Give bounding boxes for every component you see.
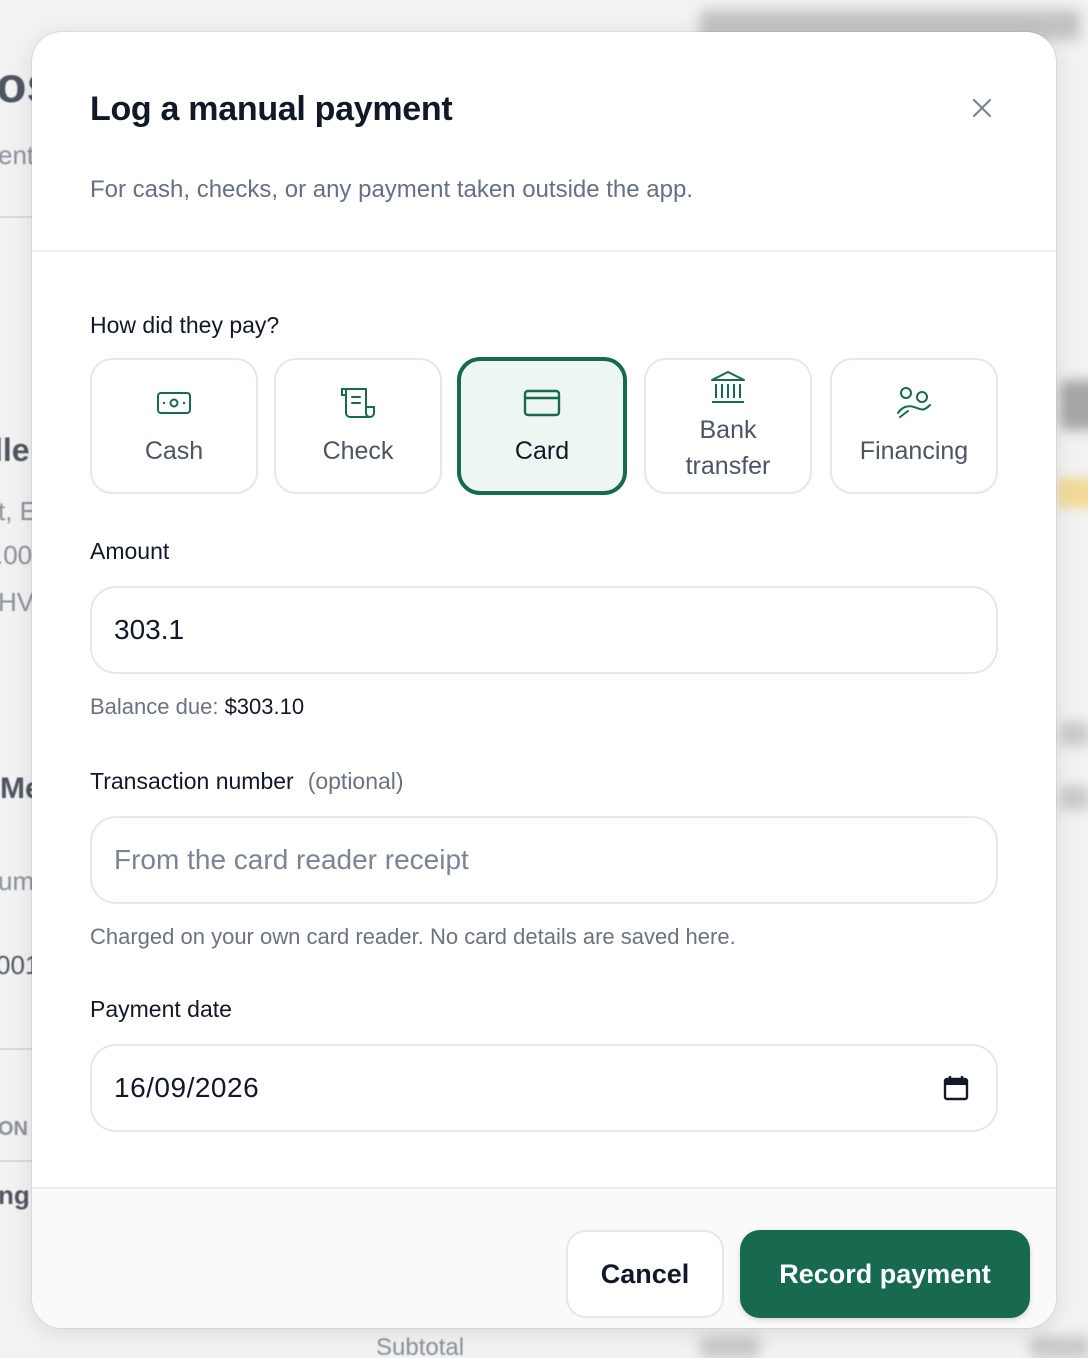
bank-icon (711, 371, 745, 403)
close-button[interactable] (962, 88, 1002, 128)
method-option-card[interactable]: Card (458, 358, 626, 494)
payment-date-input[interactable]: 16/09/2026 (90, 1044, 998, 1132)
method-label: How did they pay? (90, 312, 280, 338)
record-payment-button[interactable]: Record payment (740, 1230, 1030, 1318)
close-icon (972, 98, 992, 118)
amount-input[interactable]: 303.1 (90, 586, 998, 674)
method-option-cash[interactable]: Cash (90, 358, 258, 494)
cash-icon (157, 392, 191, 414)
optional-hint: (optional) (307, 768, 404, 794)
method-option-label: Card (514, 437, 570, 465)
transaction-label-text: Transaction number (90, 768, 294, 794)
payment-modal: Log a manual payment For cash, checks, o… (32, 32, 1056, 1328)
balance-due: Balance due: $303.10 (90, 694, 304, 720)
method-option-label: Cash (144, 437, 204, 465)
method-option-label: Check (322, 437, 394, 465)
payment-date-value: 16/09/2026 (114, 1072, 260, 1103)
method-option-bank-transfer[interactable]: Bank transfer (644, 358, 812, 494)
method-option-label: Bank transfer (685, 416, 771, 480)
transaction-number-input[interactable]: From the card reader receipt (90, 816, 998, 904)
check-icon (341, 388, 375, 418)
payment-method-group: Cash Check Card Bank transfer Financing (90, 358, 998, 494)
cancel-button[interactable]: Cancel (566, 1230, 724, 1318)
balance-due-value: $303.10 (224, 694, 305, 719)
header-divider (32, 250, 1056, 252)
credit-card-icon (523, 389, 561, 417)
method-option-check[interactable]: Check (274, 358, 442, 494)
transaction-label: Transaction number (optional) (90, 768, 404, 795)
amount-label: Amount (90, 538, 170, 564)
amount-value: 303.1 (114, 614, 185, 645)
method-option-label: Financing (859, 437, 969, 465)
modal-title: Log a manual payment (90, 90, 453, 128)
transaction-help-text: Charged on your own card reader. No card… (90, 924, 736, 949)
transaction-placeholder: From the card reader receipt (114, 844, 469, 875)
balance-due-label: Balance due: (90, 694, 219, 719)
calendar-icon[interactable] (942, 1074, 970, 1102)
financing-icon (897, 387, 931, 418)
payment-date-label: Payment date (90, 996, 232, 1022)
method-option-financing[interactable]: Financing (830, 358, 998, 494)
modal-subtitle: For cash, checks, or any payment taken o… (90, 176, 693, 203)
